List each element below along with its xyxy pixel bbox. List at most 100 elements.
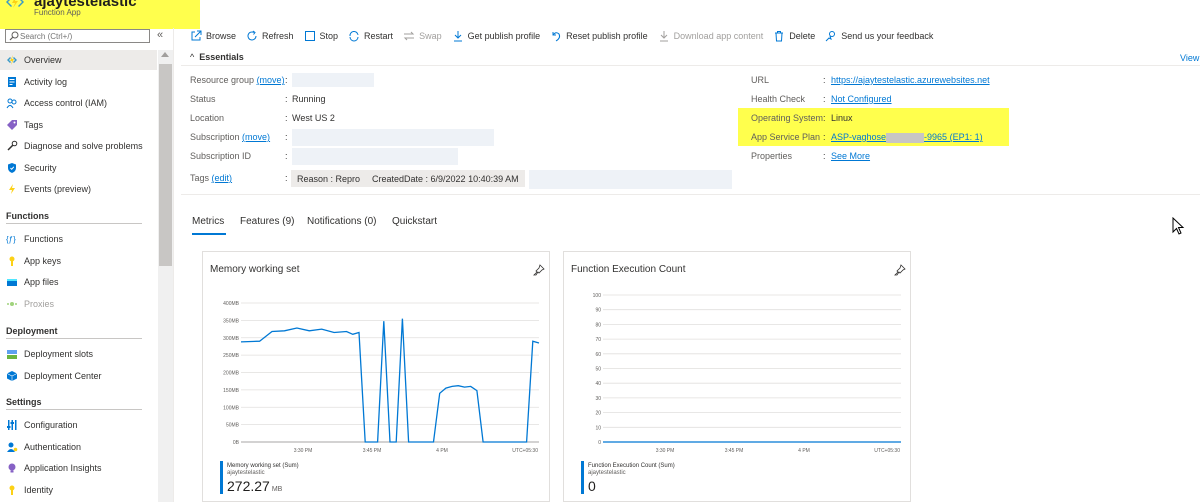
scroll-up-icon[interactable] bbox=[161, 52, 169, 57]
sidebar-item-app-files[interactable]: App files bbox=[0, 272, 157, 292]
sidebar-item-deployment-slots[interactable]: Deployment slots bbox=[0, 344, 157, 364]
essentials-toggle[interactable]: ^ Essentials bbox=[190, 52, 244, 62]
sidebar-item-label: Proxies bbox=[24, 299, 55, 309]
scroll-thumb[interactable] bbox=[159, 64, 172, 266]
search-input[interactable] bbox=[20, 31, 148, 41]
sidebar-item-diagnose[interactable]: Diagnose and solve problems bbox=[0, 136, 157, 156]
sidebar-item-label: Deployment Center bbox=[24, 371, 102, 381]
colon: : bbox=[285, 75, 288, 85]
sliders-icon bbox=[7, 420, 17, 430]
download-app-content-button[interactable]: Download app content bbox=[658, 30, 763, 42]
redacted-value bbox=[886, 132, 925, 143]
refresh-button[interactable]: Refresh bbox=[246, 30, 294, 42]
download-icon bbox=[453, 31, 462, 42]
reset-publish-profile-button[interactable]: Reset publish profile bbox=[550, 30, 648, 42]
y-tick-label: 50MB bbox=[226, 423, 240, 429]
legend-unit: MB bbox=[271, 486, 283, 493]
sidebar-item-authentication[interactable]: Authentication bbox=[0, 437, 157, 457]
app-service-plan-link[interactable]: ASP-vaghose -9965 (EP1: 1) bbox=[831, 132, 983, 143]
y-tick-label: 10 bbox=[595, 425, 601, 431]
memory-chart-card[interactable]: Memory working set 400MB 350MB 300MB 250MB 2… bbox=[202, 251, 550, 502]
y-tick-label: 20 bbox=[595, 411, 601, 417]
get-publish-profile-button[interactable]: Get publish profile bbox=[452, 30, 540, 42]
subscription-label: Subscription (move) bbox=[190, 132, 270, 142]
sidebar-item-functions[interactable]: {ƒ} Functions bbox=[0, 229, 157, 249]
shield-icon bbox=[8, 163, 16, 173]
sidebar-item-security[interactable]: Security bbox=[0, 158, 157, 178]
y-tick-label: 30 bbox=[595, 396, 601, 402]
x-tick-label: 3:45 PM bbox=[725, 448, 744, 454]
sidebar-item-identity[interactable]: Identity bbox=[0, 480, 157, 500]
sidebar-item-label: App keys bbox=[24, 256, 62, 266]
search-icon bbox=[9, 31, 19, 41]
bulb-icon bbox=[8, 463, 16, 473]
sidebar-item-access-control[interactable]: Access control (IAM) bbox=[0, 93, 157, 113]
sidebar-item-deployment-center[interactable]: Deployment Center bbox=[0, 366, 157, 386]
edit-tags-link[interactable]: (edit) bbox=[212, 173, 233, 183]
subscription-id-label: Subscription ID bbox=[190, 151, 252, 161]
feedback-button[interactable]: Send us your feedback bbox=[825, 30, 933, 42]
sidebar-item-label: Application Insights bbox=[24, 463, 102, 473]
colon: : bbox=[285, 132, 288, 142]
sidebar-item-events[interactable]: Events (preview) bbox=[0, 179, 157, 199]
restart-button[interactable]: Restart bbox=[348, 30, 393, 42]
tab-metrics[interactable]: Metrics bbox=[192, 216, 224, 227]
colon: : bbox=[285, 173, 288, 183]
essentials-title: Essentials bbox=[199, 52, 244, 62]
lightning-icon bbox=[7, 55, 17, 65]
move-resource-group-link[interactable]: (move) bbox=[257, 75, 285, 85]
tag-icon bbox=[7, 120, 17, 130]
y-tick-label: 150MB bbox=[223, 388, 240, 394]
tab-notifications[interactable]: Notifications (0) bbox=[307, 216, 376, 227]
sidebar-item-label: Diagnose and solve problems bbox=[24, 141, 143, 151]
tag-pill: Reason : Repro bbox=[291, 170, 367, 187]
sidebar-item-label: Authentication bbox=[24, 442, 82, 452]
people-icon bbox=[6, 98, 17, 109]
json-view-link[interactable]: View bbox=[1180, 53, 1199, 63]
health-check-link[interactable]: Not Configured bbox=[831, 94, 892, 104]
status-label: Status bbox=[190, 94, 216, 104]
legend-series-name: Function Execution Count (Sum) bbox=[588, 463, 675, 469]
trash-icon bbox=[775, 31, 784, 42]
sidebar-item-tags[interactable]: Tags bbox=[0, 115, 157, 135]
plan-name-end: -9965 (EP1: 1) bbox=[924, 132, 983, 142]
sidebar-item-configuration[interactable]: Configuration bbox=[0, 415, 157, 435]
sidebar-item-application-insights[interactable]: Application Insights bbox=[0, 458, 157, 478]
divider bbox=[181, 194, 1200, 195]
refresh-label: Refresh bbox=[262, 31, 294, 41]
execution-chart-card[interactable]: Function Execution Count 100 90 80 70 60 50 40… bbox=[563, 251, 911, 502]
colon: : bbox=[823, 94, 826, 104]
url-link[interactable]: https://ajaytestelastic.azurewebsites.ne… bbox=[831, 75, 990, 85]
active-tab-indicator bbox=[192, 233, 226, 235]
y-tick-label: 350MB bbox=[223, 318, 240, 324]
redacted-value bbox=[292, 148, 458, 165]
move-subscription-link[interactable]: (move) bbox=[242, 132, 270, 142]
plan-name-start: ASP-vaghose bbox=[831, 132, 887, 142]
person-icon bbox=[7, 442, 18, 452]
y-tick-label: 70 bbox=[595, 337, 601, 343]
y-tick-label: 250MB bbox=[223, 353, 240, 359]
tab-features[interactable]: Features (9) bbox=[240, 216, 294, 227]
collapse-sidebar-button[interactable]: « bbox=[157, 29, 163, 41]
sidebar-item-app-keys[interactable]: App keys bbox=[0, 251, 157, 271]
y-tick-label: 60 bbox=[595, 352, 601, 358]
app-header: ajaytestelastic Function App bbox=[0, 0, 1200, 29]
tab-quickstart[interactable]: Quickstart bbox=[392, 216, 437, 227]
legend-resource: ajaytestelastic bbox=[588, 470, 626, 476]
delete-button[interactable]: Delete bbox=[773, 30, 815, 42]
browse-label: Browse bbox=[206, 31, 237, 41]
proxy-icon bbox=[7, 302, 17, 306]
divider bbox=[6, 223, 142, 224]
sidebar-item-activity-log[interactable]: Activity log bbox=[0, 72, 157, 92]
search-box[interactable] bbox=[5, 29, 150, 43]
sidebar-item-label: Access control (IAM) bbox=[24, 98, 108, 108]
browse-button[interactable]: Browse bbox=[190, 30, 236, 42]
stop-button[interactable]: Stop bbox=[304, 30, 338, 42]
swap-button[interactable]: Swap bbox=[403, 30, 442, 42]
sidebar-item-overview[interactable]: Overview bbox=[0, 50, 157, 70]
sidebar-scrollbar[interactable] bbox=[158, 50, 173, 502]
properties-link[interactable]: See More bbox=[831, 151, 870, 161]
sidebar-item-proxies[interactable]: Proxies bbox=[0, 294, 157, 314]
y-tick-label: 100MB bbox=[223, 405, 240, 411]
sidebar-item-label: Tags bbox=[24, 120, 44, 130]
